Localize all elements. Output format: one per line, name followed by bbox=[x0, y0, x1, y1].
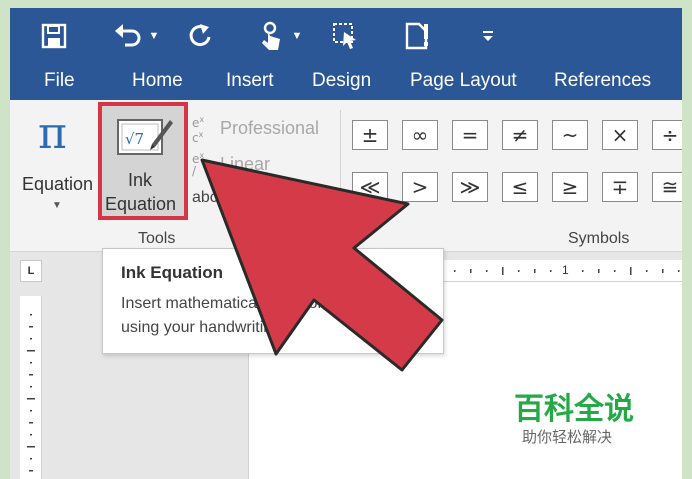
quick-access-toolbar: ▼ ▼ bbox=[10, 8, 682, 64]
tab-file[interactable]: File bbox=[44, 70, 75, 92]
chevron-down-icon[interactable]: ▼ bbox=[292, 30, 303, 42]
symbol-times[interactable]: × bbox=[602, 120, 638, 150]
tab-design[interactable]: Design bbox=[312, 70, 371, 92]
symbol-divide[interactable]: ÷ bbox=[652, 120, 682, 150]
professional-button[interactable]: ex cx Professional bbox=[192, 114, 332, 145]
ribbon-tabs: File Home Insert Design Page Layout Refe… bbox=[10, 64, 682, 100]
ruler-mark-1: 1 bbox=[562, 263, 569, 277]
tab-stop-label: L bbox=[27, 265, 35, 277]
tab-insert[interactable]: Insert bbox=[226, 70, 274, 92]
linear-icon: ex / bbox=[192, 151, 205, 178]
linear-button[interactable]: ex / Linear bbox=[192, 150, 312, 178]
symbol-plus-minus[interactable]: ± bbox=[352, 120, 388, 150]
ink-equation-button[interactable]: √7 Ink Equation bbox=[98, 102, 188, 220]
symbol-equals[interactable]: = bbox=[452, 120, 488, 150]
ink-label-line1: Ink bbox=[128, 170, 153, 190]
touch-mode-icon[interactable]: ▼ bbox=[250, 16, 310, 56]
ruler-corner[interactable]: L bbox=[20, 260, 42, 282]
professional-label: Professional bbox=[220, 118, 320, 138]
symbol-not-equal[interactable]: ≠ bbox=[502, 120, 538, 150]
vertical-ruler[interactable] bbox=[20, 296, 42, 479]
linear-label: Linear bbox=[220, 154, 271, 174]
ink-label-line2: Equation bbox=[105, 194, 177, 214]
symbol-minus-plus[interactable]: ∓ bbox=[602, 172, 638, 202]
tools-group-label: Tools bbox=[138, 230, 176, 247]
svg-text:√7: √7 bbox=[125, 130, 144, 148]
tab-page-layout[interactable]: Page Layout bbox=[410, 70, 517, 92]
select-icon[interactable] bbox=[328, 16, 364, 56]
ink-equation-tooltip: Ink Equation Insert mathematical equatio… bbox=[102, 248, 444, 354]
watermark-subtitle: 助你轻松解决 bbox=[522, 428, 613, 446]
symbol-less-equal[interactable]: ≤ bbox=[502, 172, 538, 202]
chevron-down-icon[interactable]: ▼ bbox=[149, 30, 160, 42]
ink-equation-icon: √7 bbox=[116, 114, 174, 163]
equation-button[interactable]: π Equation ▼ bbox=[18, 108, 100, 216]
group-separator bbox=[340, 110, 341, 248]
save-icon[interactable] bbox=[36, 16, 72, 56]
tooltip-line2: using your handwriting. bbox=[121, 319, 286, 336]
customize-caret-icon[interactable] bbox=[476, 16, 500, 56]
redo-icon[interactable] bbox=[182, 16, 218, 56]
watermark-title: 百科全说 bbox=[514, 392, 634, 427]
tab-home[interactable]: Home bbox=[132, 70, 183, 92]
undo-icon[interactable]: ▼ bbox=[106, 16, 166, 56]
normal-text-label: abc bbox=[192, 189, 218, 206]
tooltip-line1: Insert mathematical equations bbox=[121, 295, 335, 312]
normal-text-button[interactable]: abc bbox=[192, 186, 232, 210]
tooltip-title: Ink Equation bbox=[121, 263, 223, 282]
symbol-congruent[interactable]: ≅ bbox=[652, 172, 682, 202]
symbols-group-label: Symbols bbox=[568, 230, 630, 247]
symbol-infinity[interactable]: ∞ bbox=[402, 120, 438, 150]
symbol-much-greater[interactable]: ≫ bbox=[452, 172, 488, 202]
symbol-greater[interactable]: > bbox=[402, 172, 438, 202]
professional-icon: ex cx bbox=[192, 115, 205, 145]
pi-icon: π bbox=[38, 108, 67, 159]
symbol-much-less[interactable]: ≪ bbox=[352, 172, 388, 202]
symbols-gallery: ± ∞ = ≠ ~ × ÷ ≪ > ≫ ≤ ≥ ∓ ≅ bbox=[348, 114, 682, 210]
ribbon: π Equation ▼ √7 Ink Equation ex cx Profes… bbox=[10, 100, 682, 252]
symbol-tilde[interactable]: ~ bbox=[552, 120, 588, 150]
smart-lookup-icon[interactable] bbox=[400, 16, 436, 56]
tab-references[interactable]: References bbox=[554, 70, 651, 92]
equation-label: Equation bbox=[22, 174, 94, 194]
watermark: 百科全说 助你轻松解决 bbox=[514, 384, 654, 454]
symbol-greater-equal[interactable]: ≥ bbox=[552, 172, 588, 202]
chevron-down-icon: ▼ bbox=[52, 200, 62, 211]
word-window: ▼ ▼ File Home Insert Design Page Layout … bbox=[10, 8, 682, 479]
